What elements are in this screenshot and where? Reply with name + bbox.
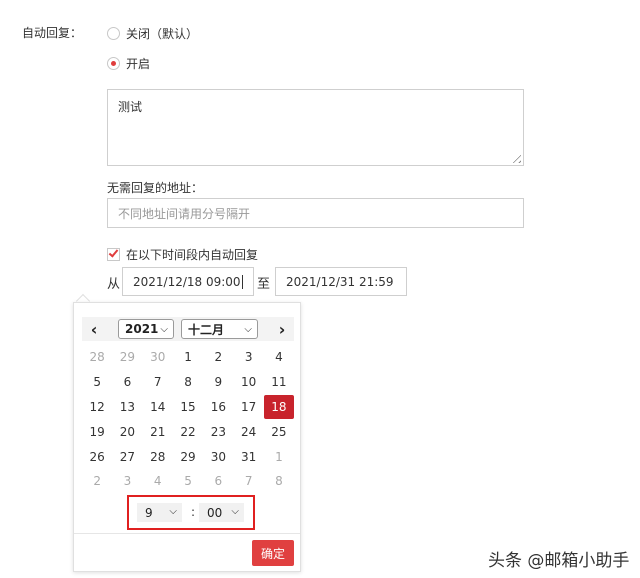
calendar-day[interactable]: 2 [203,345,233,370]
minute-value: 00 [207,505,223,520]
reply-message-textarea[interactable]: 测试 [107,89,524,166]
calendar-day[interactable]: 12 [82,395,112,420]
time-range-option[interactable]: 在以下时间段内自动回复 [107,246,258,263]
calendar-day[interactable]: 18 [263,394,295,420]
to-label: 至 [257,277,271,292]
calendar-day[interactable]: 3 [233,345,263,370]
confirm-button[interactable]: 确定 [252,540,294,566]
radio-off[interactable] [107,27,120,40]
time-selector-highlight: 9 ⌵ : 00 ⌵ [127,495,255,530]
calendar-day[interactable]: 5 [173,469,203,494]
time-range-checkbox-label: 在以下时间段内自动回复 [126,248,259,262]
calendar-day[interactable]: 8 [264,469,294,494]
calendar-day[interactable]: 29 [112,345,142,370]
calendar-day[interactable]: 5 [82,370,112,395]
calendar-day[interactable]: 30 [143,345,173,370]
calendar-day[interactable]: 1 [264,444,294,469]
calendar-day[interactable]: 4 [264,345,294,370]
radio-on-option[interactable]: 开启 [107,55,150,72]
calendar-day[interactable]: 10 [233,370,263,395]
watermark: 头条 @邮箱小助手 [488,551,630,571]
calendar-day[interactable]: 29 [173,444,203,469]
calendar-day[interactable]: 3 [112,469,142,494]
start-time-input[interactable]: 2021/12/18 09:00 [122,267,254,296]
calendar-day[interactable]: 27 [112,444,142,469]
start-time-value: 2021/12/18 09:00 [133,274,241,289]
calendar-day[interactable]: 6 [203,469,233,494]
year-value: 2021 [125,322,159,336]
radio-off-option[interactable]: 关闭（默认） [107,25,198,42]
hour-value: 9 [145,505,153,520]
calendar-day[interactable]: 1 [173,345,203,370]
chevron-right-icon[interactable]: › [270,317,294,341]
calendar-day[interactable]: 26 [82,444,112,469]
text-caret [241,274,243,289]
minute-select[interactable]: 00 ⌵ [199,503,244,522]
radio-on-label: 开启 [126,57,151,71]
calendar-day[interactable]: 22 [173,419,203,444]
resize-handle-icon[interactable] [509,151,521,163]
chevron-left-icon[interactable]: ‹ [82,317,106,341]
calendar-day[interactable]: 6 [112,370,142,395]
reply-message-text: 测试 [118,100,143,114]
calendar-day[interactable]: 7 [143,370,173,395]
chevron-down-icon: ⌵ [244,324,252,335]
calendar-day-grid: 28 29 30 1 2 3 4 5 6 7 8 9 10 11 12 13 14 15 16 17 18 19 20 21 2… [82,345,295,494]
calendar-day[interactable]: 20 [112,419,142,444]
calendar-day[interactable]: 24 [233,419,263,444]
calendar-day[interactable]: 13 [112,395,142,420]
month-select[interactable]: 十二月 ⌵ [181,319,258,339]
calendar-day[interactable]: 21 [143,419,173,444]
end-time-value: 2021/12/31 21:59 [286,274,394,289]
no-reply-placeholder: 不同地址间请用分号隔开 [118,206,251,221]
chevron-down-icon: ⌵ [160,324,168,335]
date-picker-popup: ‹ 2021 ⌵ 十二月 ⌵ › 28 29 30 1 2 3 4 5 6 7 8 9 10 11 12 13… [73,302,301,572]
calendar-day[interactable]: 16 [203,395,233,420]
calendar-day[interactable]: 8 [173,370,203,395]
no-reply-input[interactable]: 不同地址间请用分号隔开 [107,198,524,228]
calendar-day[interactable]: 15 [173,395,203,420]
radio-off-label: 关闭（默认） [126,27,199,41]
end-time-input[interactable]: 2021/12/31 21:59 [275,267,407,296]
calendar-day[interactable]: 25 [264,419,294,444]
calendar-day[interactable]: 11 [264,370,294,395]
divider [74,533,300,534]
calendar-day[interactable]: 14 [143,395,173,420]
calendar-header: ‹ 2021 ⌵ 十二月 ⌵ › [82,317,294,341]
hour-select[interactable]: 9 ⌵ [137,503,182,522]
calendar-day[interactable]: 23 [203,419,233,444]
calendar-day[interactable]: 9 [203,370,233,395]
calendar-day[interactable]: 28 [82,345,112,370]
calendar-day[interactable]: 28 [143,444,173,469]
calendar-day[interactable]: 17 [233,395,263,420]
year-select[interactable]: 2021 ⌵ [118,319,174,339]
month-value: 十二月 [188,322,225,337]
checkmark-icon [108,247,119,258]
auto-reply-label: 自动回复： [22,26,83,40]
calendar-day[interactable]: 19 [82,419,112,444]
time-range-checkbox[interactable] [107,247,120,261]
calendar-day[interactable]: 31 [233,444,263,469]
calendar-day[interactable]: 7 [233,469,263,494]
no-reply-label: 无需回复的地址： [107,181,204,195]
from-label: 从 [107,277,121,292]
radio-on[interactable] [107,57,120,70]
calendar-day[interactable]: 4 [143,469,173,494]
calendar-day[interactable]: 2 [82,469,112,494]
calendar-day[interactable]: 30 [203,444,233,469]
chevron-down-icon: ⌵ [169,506,177,517]
chevron-down-icon: ⌵ [231,506,239,517]
time-separator: : [191,505,196,519]
